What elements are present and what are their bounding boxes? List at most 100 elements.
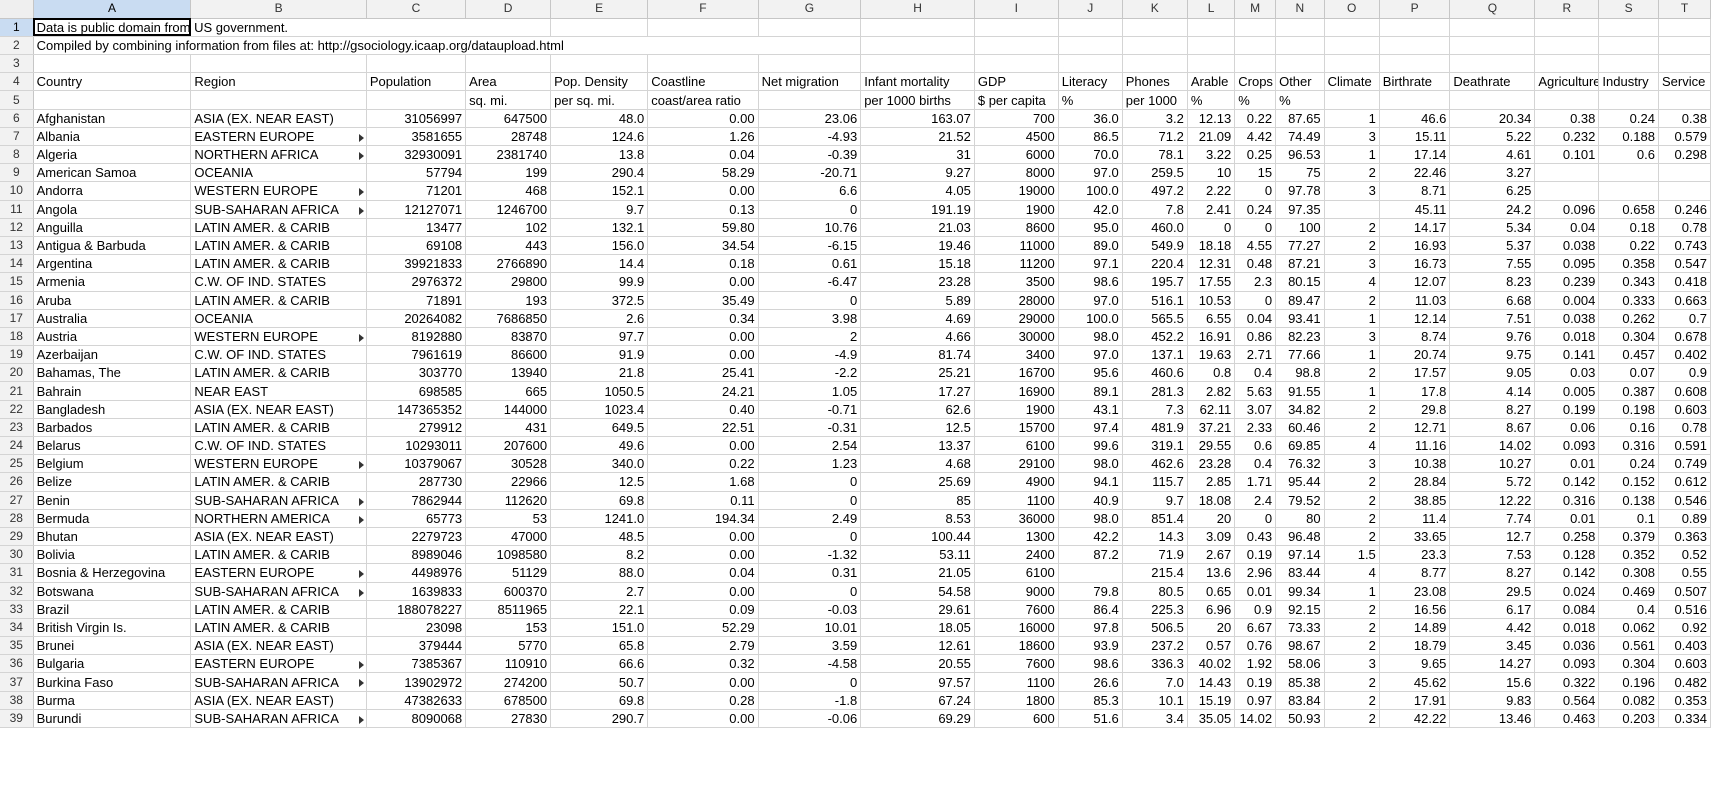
data-cell[interactable]: 0.304 (1598, 654, 1659, 674)
data-cell[interactable]: 23098 (366, 618, 467, 638)
grid-cell[interactable] (1449, 36, 1536, 56)
row-header-3[interactable]: 3 (0, 54, 34, 74)
data-cell[interactable]: 0.743 (1658, 236, 1711, 256)
note-cell[interactable]: Data is public domain from US government… (33, 18, 288, 37)
data-cell[interactable]: 2 (1324, 600, 1380, 619)
data-cell[interactable]: 3.22 (1187, 145, 1236, 165)
data-cell[interactable]: 5.22 (1449, 127, 1536, 147)
data-cell[interactable]: 0.4 (1598, 600, 1659, 619)
data-cell[interactable]: 2 (1324, 691, 1380, 710)
data-cell[interactable]: 2.4 (1234, 491, 1277, 510)
data-cell[interactable]: 6.67 (1234, 618, 1277, 638)
data-cell[interactable]: 340.0 (550, 454, 649, 474)
data-cell[interactable]: 0.262 (1598, 309, 1659, 328)
data-cell[interactable]: 516.1 (1122, 291, 1188, 310)
data-cell[interactable]: 156.0 (550, 236, 649, 256)
data-cell[interactable]: 97.0 (1058, 291, 1123, 310)
country-cell[interactable]: British Virgin Is. (33, 618, 192, 638)
data-cell[interactable]: 2 (1324, 291, 1380, 310)
country-cell[interactable]: Australia (33, 309, 192, 328)
data-cell[interactable]: 0.04 (647, 563, 759, 583)
header-cell[interactable]: Coastline (647, 72, 759, 92)
data-cell[interactable]: 115.7 (1122, 472, 1188, 492)
data-cell[interactable]: 0.24 (1234, 200, 1277, 219)
data-cell[interactable]: 10.27 (1449, 454, 1536, 474)
data-cell[interactable]: 52.29 (647, 618, 759, 638)
data-cell[interactable]: 2.33 (1234, 418, 1277, 438)
data-cell[interactable]: 0.093 (1534, 654, 1600, 674)
region-cell[interactable]: LATIN AMER. & CARIB (190, 472, 367, 492)
data-cell[interactable]: 53.11 (860, 545, 975, 565)
data-cell[interactable]: 97.1 (1058, 254, 1123, 274)
data-cell[interactable]: 2 (1324, 636, 1380, 656)
data-cell[interactable]: 1098580 (465, 545, 552, 565)
data-cell[interactable]: 0.65 (1187, 582, 1236, 601)
data-cell[interactable]: 194.34 (647, 509, 759, 528)
data-cell[interactable]: 0.353 (1658, 691, 1711, 710)
data-cell[interactable]: 0.316 (1598, 436, 1659, 456)
data-cell[interactable]: 2400 (974, 545, 1059, 565)
data-cell[interactable]: 1100 (974, 491, 1059, 510)
data-cell[interactable]: -6.15 (758, 236, 862, 256)
grid-cell[interactable] (366, 54, 467, 74)
data-cell[interactable]: 88.0 (550, 563, 649, 583)
unit-cell[interactable] (1598, 90, 1659, 110)
data-cell[interactable]: 14.3 (1122, 527, 1188, 547)
region-cell[interactable]: OCEANIA (190, 163, 367, 183)
unit-cell[interactable] (366, 90, 467, 110)
data-cell[interactable]: 25.21 (860, 363, 975, 383)
data-cell[interactable]: 0.239 (1534, 272, 1600, 292)
data-cell[interactable]: 29.5 (1449, 582, 1536, 601)
data-cell[interactable]: 3 (1324, 654, 1380, 674)
data-cell[interactable]: 86.5 (1058, 127, 1123, 147)
data-cell[interactable]: 13940 (465, 363, 552, 383)
data-cell[interactable]: 0.00 (647, 345, 759, 365)
data-cell[interactable]: 0.603 (1658, 400, 1711, 419)
data-cell[interactable]: 0.096 (1534, 200, 1600, 219)
data-cell[interactable]: 0 (758, 527, 862, 547)
data-cell[interactable]: 24.2 (1449, 200, 1536, 219)
data-cell[interactable]: 851.4 (1122, 509, 1188, 528)
data-cell[interactable]: 2.6 (550, 309, 649, 328)
data-cell[interactable]: 698585 (366, 381, 467, 401)
data-cell[interactable]: -20.71 (758, 163, 862, 183)
data-cell[interactable]: 110910 (465, 654, 552, 674)
header-cell[interactable]: Literacy (1058, 72, 1123, 92)
data-cell[interactable]: 0.403 (1658, 636, 1711, 656)
data-cell[interactable]: 71891 (366, 291, 467, 310)
country-cell[interactable]: Bahrain (33, 381, 192, 401)
data-cell[interactable]: 83.84 (1275, 691, 1325, 710)
data-cell[interactable]: 40.02 (1187, 654, 1236, 674)
header-cell[interactable]: Birthrate (1379, 72, 1451, 92)
data-cell[interactable]: 0.55 (1658, 563, 1711, 583)
column-header-b[interactable]: B (190, 0, 367, 19)
column-header-c[interactable]: C (366, 0, 467, 19)
data-cell[interactable]: 0.004 (1534, 291, 1600, 310)
data-cell[interactable]: 215.4 (1122, 563, 1188, 583)
data-cell[interactable]: 0.01 (1534, 454, 1600, 474)
data-cell[interactable]: 2.22 (1187, 181, 1236, 201)
data-cell[interactable]: 9.7 (1122, 491, 1188, 510)
data-cell[interactable]: 2.54 (758, 436, 862, 456)
grid-cell[interactable] (860, 18, 975, 37)
row-header-34[interactable]: 34 (0, 618, 34, 638)
data-cell[interactable]: 100.0 (1058, 309, 1123, 328)
data-cell[interactable]: 12.31 (1187, 254, 1236, 274)
data-cell[interactable]: 0.31 (758, 563, 862, 583)
data-cell[interactable]: -4.93 (758, 127, 862, 147)
data-cell[interactable]: 4.05 (860, 181, 975, 201)
column-header-g[interactable]: G (758, 0, 862, 19)
data-cell[interactable]: 0.78 (1658, 218, 1711, 237)
row-header-29[interactable]: 29 (0, 527, 34, 547)
data-cell[interactable] (1534, 181, 1600, 201)
data-cell[interactable]: 1 (1324, 582, 1380, 601)
data-cell[interactable]: 7.51 (1449, 309, 1536, 328)
data-cell[interactable]: 0.34 (647, 309, 759, 328)
grid-cell[interactable] (366, 18, 466, 37)
data-cell[interactable]: 0.7 (1658, 309, 1711, 328)
data-cell[interactable]: 30000 (974, 327, 1059, 347)
data-cell[interactable]: 9.76 (1449, 327, 1536, 347)
data-cell[interactable]: 21.03 (860, 218, 975, 237)
data-cell[interactable]: 100.44 (860, 527, 975, 547)
data-cell[interactable]: 1246700 (465, 200, 552, 219)
